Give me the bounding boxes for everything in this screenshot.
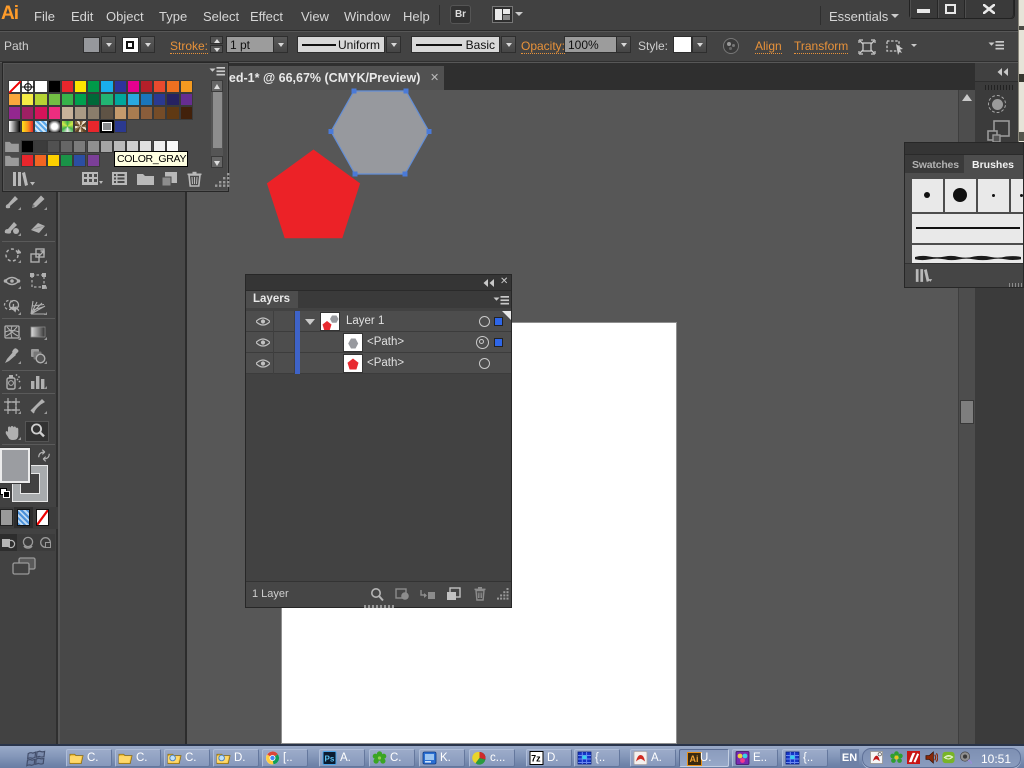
- svg-text:7z: 7z: [531, 754, 541, 764]
- svg-text:Ps: Ps: [325, 755, 335, 764]
